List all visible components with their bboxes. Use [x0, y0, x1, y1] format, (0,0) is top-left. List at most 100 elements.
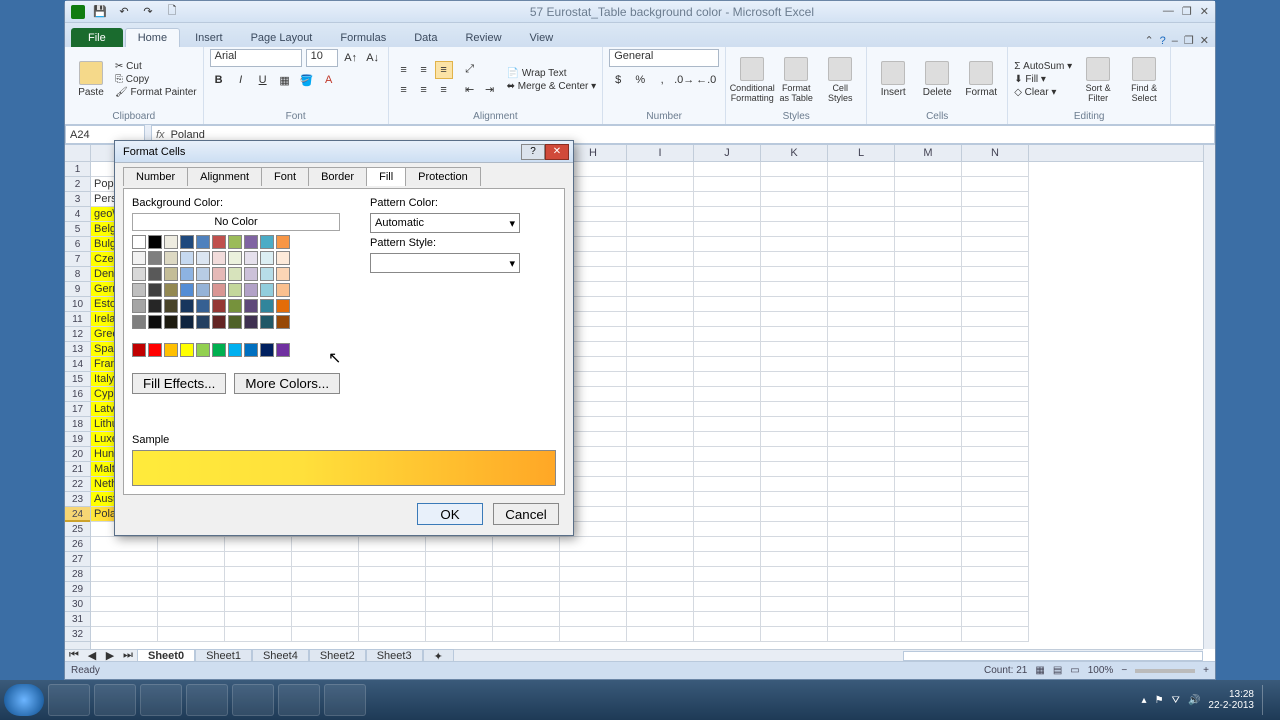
column-header[interactable]: K — [761, 145, 828, 161]
cell[interactable] — [761, 177, 828, 192]
cut-button[interactable]: ✂ Cut — [115, 61, 197, 72]
cell[interactable] — [828, 222, 895, 237]
cell[interactable] — [158, 552, 225, 567]
color-swatch[interactable] — [164, 267, 178, 281]
tab-view[interactable]: View — [517, 28, 567, 47]
color-swatch[interactable] — [132, 235, 146, 249]
cell[interactable] — [560, 627, 627, 642]
cell[interactable] — [828, 627, 895, 642]
cell[interactable] — [627, 492, 694, 507]
cell[interactable] — [493, 612, 560, 627]
align-bottom-icon[interactable]: ≡ — [435, 61, 453, 79]
cell[interactable] — [895, 477, 962, 492]
cell[interactable] — [761, 462, 828, 477]
paste-button[interactable]: Paste — [71, 61, 111, 98]
cell[interactable] — [962, 582, 1029, 597]
cell[interactable] — [694, 357, 761, 372]
cell[interactable] — [292, 627, 359, 642]
cell[interactable] — [761, 342, 828, 357]
cell[interactable] — [560, 567, 627, 582]
cell[interactable] — [828, 312, 895, 327]
cell[interactable] — [895, 387, 962, 402]
cell[interactable] — [158, 627, 225, 642]
cell[interactable] — [627, 372, 694, 387]
cell[interactable] — [895, 237, 962, 252]
cell[interactable] — [493, 537, 560, 552]
row-header[interactable]: 25 — [65, 522, 90, 537]
row-header[interactable]: 11 — [65, 312, 90, 327]
cell[interactable] — [962, 477, 1029, 492]
cell[interactable] — [962, 357, 1029, 372]
find-select-button[interactable]: Find & Select — [1124, 57, 1164, 103]
cell[interactable] — [895, 162, 962, 177]
cell[interactable] — [627, 462, 694, 477]
cell[interactable] — [158, 597, 225, 612]
cell[interactable] — [828, 372, 895, 387]
cell[interactable] — [962, 462, 1029, 477]
color-swatch[interactable] — [244, 315, 258, 329]
cell[interactable] — [627, 507, 694, 522]
cell[interactable] — [694, 237, 761, 252]
cell[interactable] — [627, 567, 694, 582]
cell[interactable] — [694, 552, 761, 567]
wrap-text-button[interactable]: 📄 Wrap Text — [507, 68, 597, 79]
cell[interactable] — [895, 192, 962, 207]
color-swatch[interactable] — [212, 283, 226, 297]
cell[interactable] — [761, 612, 828, 627]
doc-close-icon[interactable]: ✕ — [1200, 34, 1209, 47]
minimize-ribbon-icon[interactable]: ⌃ — [1144, 34, 1153, 47]
dialog-help-button[interactable]: ? — [521, 144, 545, 160]
color-swatch[interactable] — [180, 343, 194, 357]
cell[interactable] — [828, 447, 895, 462]
color-swatch[interactable] — [276, 299, 290, 313]
color-swatch[interactable] — [180, 267, 194, 281]
cell[interactable] — [627, 222, 694, 237]
color-swatch[interactable] — [260, 235, 274, 249]
row-header[interactable]: 26 — [65, 537, 90, 552]
tray-time[interactable]: 13:28 — [1208, 689, 1254, 700]
row-header[interactable]: 32 — [65, 627, 90, 642]
color-swatch[interactable] — [164, 299, 178, 313]
cell[interactable] — [158, 567, 225, 582]
cell[interactable] — [694, 447, 761, 462]
color-swatch[interactable] — [148, 343, 162, 357]
cell[interactable] — [627, 162, 694, 177]
tab-home[interactable]: Home — [125, 28, 180, 47]
cell[interactable] — [292, 537, 359, 552]
cell[interactable] — [627, 357, 694, 372]
cell[interactable] — [828, 342, 895, 357]
color-swatch[interactable] — [180, 251, 194, 265]
cell[interactable] — [895, 267, 962, 282]
cell[interactable] — [828, 282, 895, 297]
cell[interactable] — [761, 372, 828, 387]
column-header[interactable]: M — [895, 145, 962, 161]
cell[interactable] — [158, 612, 225, 627]
cell[interactable] — [761, 402, 828, 417]
cell-styles-button[interactable]: Cell Styles — [820, 57, 860, 103]
cell[interactable] — [694, 282, 761, 297]
cell[interactable] — [962, 537, 1029, 552]
cell[interactable] — [694, 402, 761, 417]
cell[interactable] — [895, 357, 962, 372]
cell[interactable] — [560, 597, 627, 612]
cell[interactable] — [627, 447, 694, 462]
row-header[interactable]: 16 — [65, 387, 90, 402]
color-swatch[interactable] — [228, 315, 242, 329]
cell[interactable] — [895, 597, 962, 612]
cell[interactable] — [962, 402, 1029, 417]
select-all-corner[interactable] — [65, 145, 91, 162]
cell[interactable] — [828, 192, 895, 207]
cell[interactable] — [560, 537, 627, 552]
cell[interactable] — [91, 612, 158, 627]
cell[interactable] — [694, 627, 761, 642]
cell[interactable] — [761, 252, 828, 267]
dialog-titlebar[interactable]: Format Cells ? ✕ — [115, 141, 573, 163]
cell[interactable] — [761, 387, 828, 402]
cell[interactable] — [895, 372, 962, 387]
color-swatch[interactable] — [164, 343, 178, 357]
zoom-slider[interactable] — [1135, 669, 1195, 673]
color-swatch[interactable] — [196, 235, 210, 249]
cell[interactable] — [694, 252, 761, 267]
increase-indent-icon[interactable]: ⇥ — [481, 81, 499, 99]
cell[interactable] — [962, 492, 1029, 507]
